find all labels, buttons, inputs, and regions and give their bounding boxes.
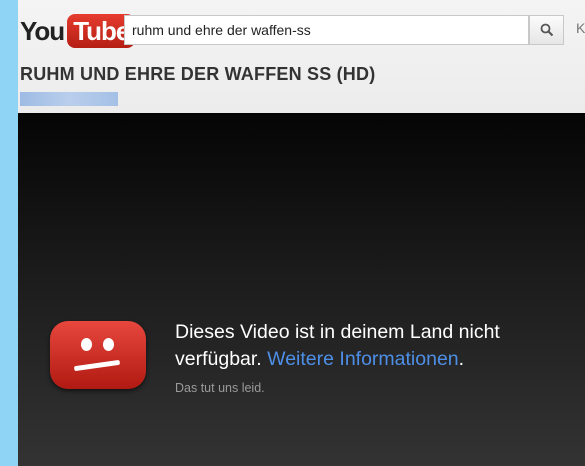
video-player[interactable]: Dieses Video ist in deinem Land nicht ve…	[18, 113, 585, 466]
unavailable-message: Dieses Video ist in deinem Land nicht ve…	[175, 319, 575, 373]
sad-face-icon	[50, 321, 146, 389]
search-input[interactable]: ruhm und ehre der waffen-ss	[124, 15, 529, 45]
right-eye	[103, 338, 114, 351]
search-button[interactable]	[529, 15, 564, 45]
header-truncated-text[interactable]: K	[576, 20, 585, 36]
masthead: You Tube ruhm und ehre der waffen-ss K R…	[18, 0, 585, 113]
youtube-page: You Tube ruhm und ehre der waffen-ss K R…	[18, 0, 585, 466]
message-period: .	[458, 348, 465, 370]
youtube-logo[interactable]: You Tube	[20, 13, 136, 49]
more-info-link[interactable]: Weitere Informationen	[267, 348, 459, 370]
left-eye	[81, 338, 92, 351]
search-icon	[540, 23, 553, 37]
mouth	[73, 359, 121, 372]
video-title: RUHM UND EHRE DER WAFFEN SS (HD)	[20, 64, 376, 84]
channel-name-blurred[interactable]	[20, 92, 118, 106]
logo-text-you: You	[20, 15, 65, 46]
sorry-text: Das tut uns leid.	[175, 381, 265, 395]
